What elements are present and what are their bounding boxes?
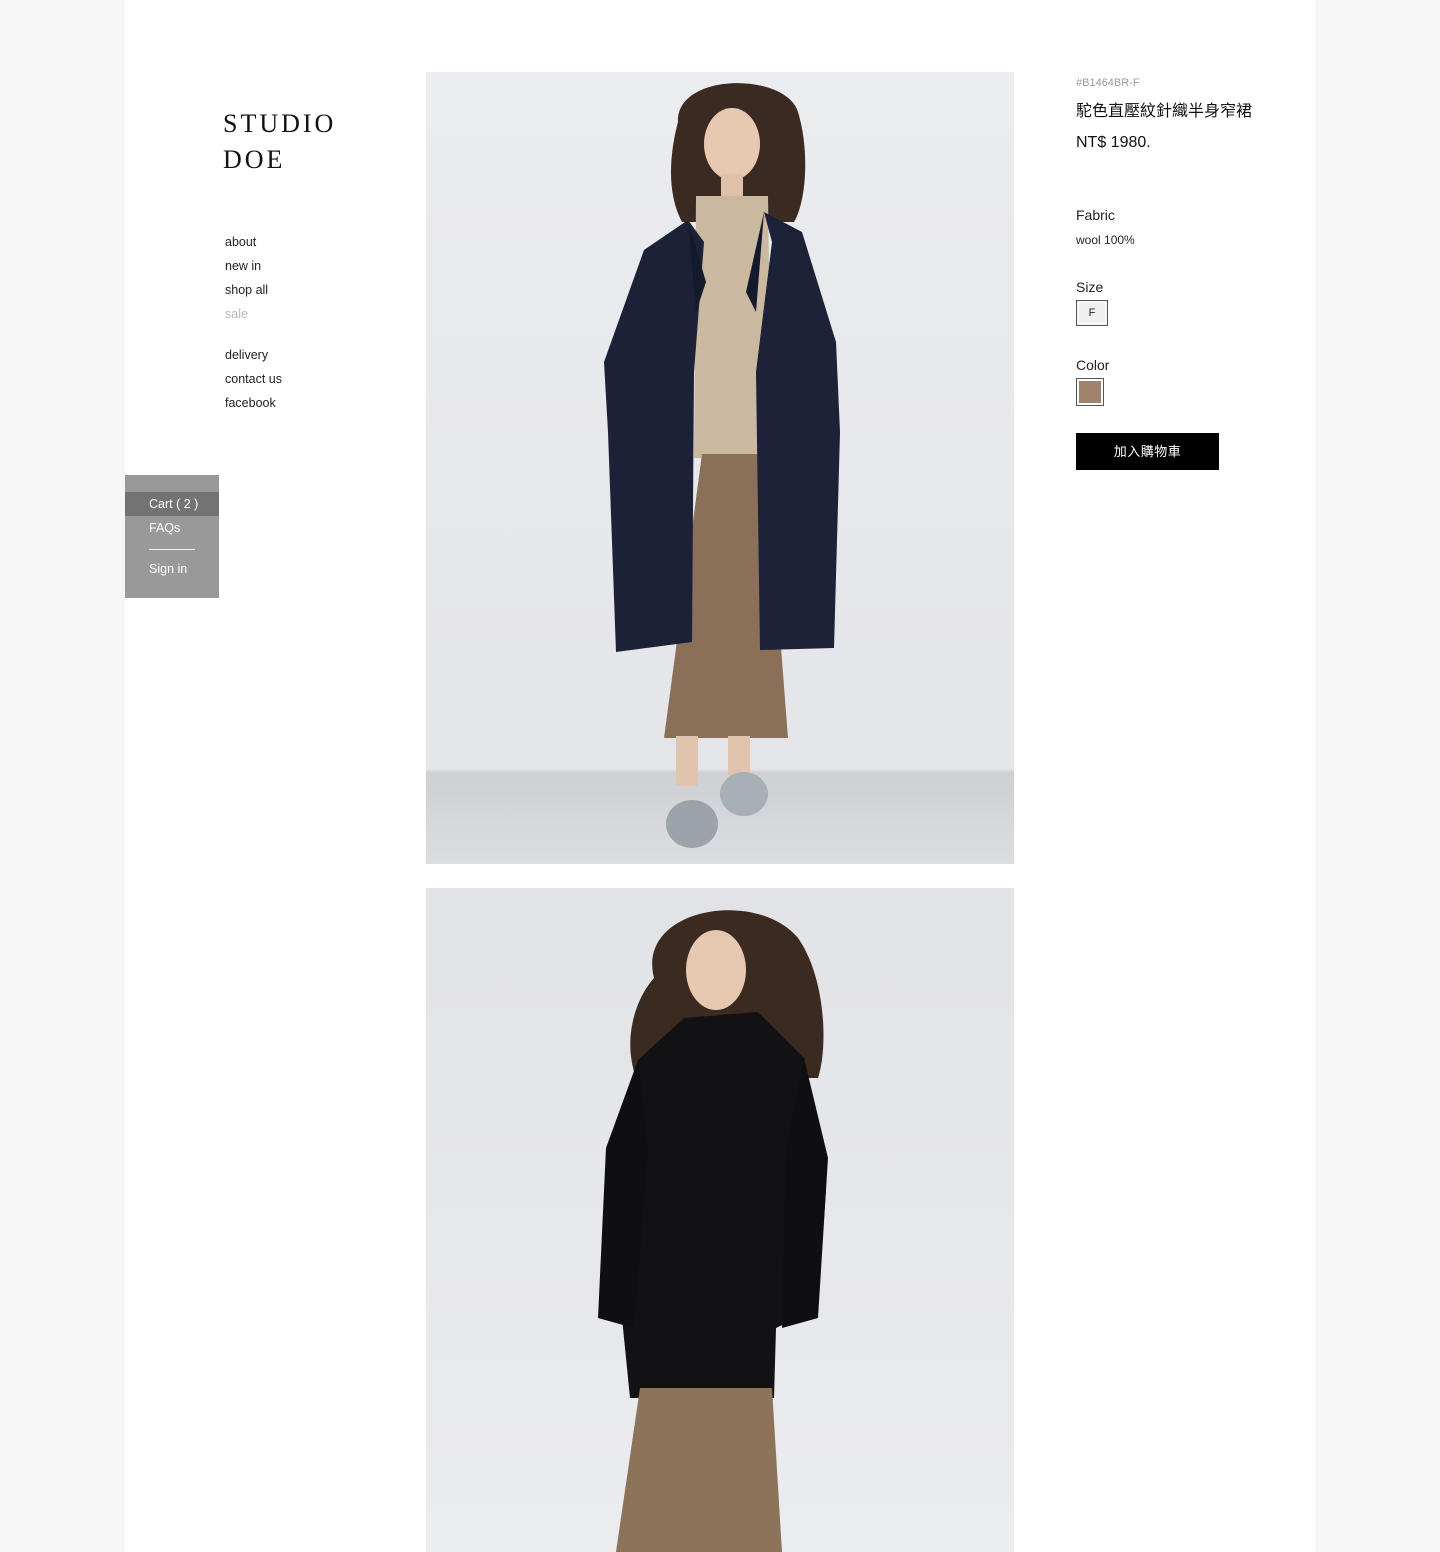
nav-item-about[interactable]: about [225, 232, 282, 256]
nav-item-contact-us[interactable]: contact us [225, 369, 282, 393]
nav-item-facebook[interactable]: facebook [225, 393, 282, 417]
nav-item-sale[interactable]: sale [225, 304, 282, 328]
product-photo-2-illustration [598, 910, 828, 1552]
size-label: Size [1076, 279, 1104, 295]
brand-logo-line2: DOE [223, 145, 286, 174]
cart-link[interactable]: Cart ( 2 ) [125, 492, 219, 516]
main-nav: about new in shop all sale delivery cont… [225, 232, 282, 417]
product-sku: #B1464BR-F [1076, 77, 1140, 89]
account-panel: Cart ( 2 ) FAQs Sign in [125, 475, 219, 598]
nav-item-new-in[interactable]: new in [225, 256, 282, 280]
color-swatch-fill [1079, 381, 1101, 403]
nav-item-delivery[interactable]: delivery [225, 345, 282, 369]
product-photo-1-illustration [604, 83, 840, 848]
panel-divider [149, 549, 195, 550]
color-label: Color [1076, 357, 1110, 373]
product-photo-1 [426, 72, 1014, 864]
sign-in-link[interactable]: Sign in [149, 562, 187, 576]
product-title: 駝色直壓紋針織半身窄裙 [1076, 103, 1253, 120]
product-photo-2 [426, 888, 1014, 1552]
add-to-cart-button[interactable]: 加入購物車 [1076, 433, 1219, 470]
fabric-label: Fabric [1076, 207, 1115, 223]
color-swatch[interactable] [1076, 378, 1104, 406]
cart-label: Cart ( 2 ) [149, 497, 199, 511]
fabric-value: wool 100% [1076, 233, 1135, 247]
nav-item-shop-all[interactable]: shop all [225, 280, 282, 304]
brand-logo[interactable]: STUDIO DOE [223, 106, 336, 178]
product-price: NT$ 1980. [1076, 134, 1151, 151]
brand-logo-line1: STUDIO [223, 109, 337, 138]
faqs-link[interactable]: FAQs [149, 521, 180, 535]
size-option-f[interactable]: F [1076, 300, 1108, 326]
